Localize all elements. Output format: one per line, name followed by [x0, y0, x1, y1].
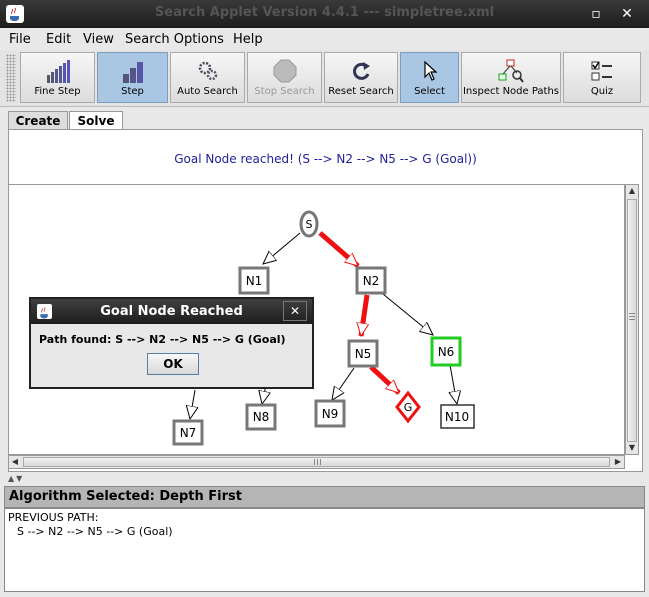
- tab-solve[interactable]: Solve: [69, 111, 123, 130]
- menu-view[interactable]: View: [83, 32, 114, 47]
- horizontal-scroll-thumb[interactable]: [23, 457, 610, 467]
- step-button[interactable]: Step: [97, 52, 168, 103]
- node-n2-label: N2: [363, 274, 380, 288]
- stop-search-button[interactable]: Stop Search: [247, 52, 322, 103]
- graph-vertical-scrollbar[interactable]: ▲ ▼: [625, 184, 639, 455]
- stop-search-label: Stop Search: [254, 86, 315, 97]
- algorithm-selected-header: Algorithm Selected: Depth First: [4, 486, 645, 508]
- edge-n2-n5: [361, 294, 370, 336]
- scroll-up-icon[interactable]: ▲: [626, 185, 638, 197]
- node-n9-label: N9: [322, 407, 339, 421]
- dialog-title: Goal Node Reached: [100, 304, 243, 319]
- edge-to-n7: [190, 389, 195, 419]
- edge-n6-n10: [450, 364, 457, 404]
- quiz-checklist-icon: [591, 61, 612, 81]
- fine-step-icon: [46, 60, 70, 83]
- node-n2[interactable]: N2: [355, 266, 387, 295]
- auto-search-button[interactable]: Auto Search: [170, 52, 245, 103]
- vertical-scroll-thumb[interactable]: [627, 199, 637, 442]
- inspect-paths-icon: [498, 59, 524, 83]
- minimize-icon[interactable]: ▫: [584, 4, 608, 24]
- dialog-message: Path found: S --> N2 --> N5 --> G (Goal): [39, 333, 286, 346]
- collapse-down-icon[interactable]: ▼: [16, 474, 22, 483]
- scroll-right-icon[interactable]: ▶: [612, 456, 624, 468]
- menu-edit[interactable]: Edit: [46, 32, 71, 47]
- node-n7-label: N7: [180, 426, 197, 440]
- node-n9[interactable]: N9: [314, 399, 346, 428]
- node-n1[interactable]: N1: [238, 266, 270, 295]
- dialog-titlebar: Goal Node Reached ✕: [31, 299, 312, 324]
- fine-step-label: Fine Step: [34, 86, 81, 97]
- window-title: Search Applet Version 4.4.1 --- simpletr…: [154, 5, 495, 20]
- reset-search-button[interactable]: Reset Search: [324, 52, 398, 103]
- step-label: Step: [121, 86, 144, 97]
- ok-button[interactable]: OK: [147, 353, 199, 375]
- fine-step-button[interactable]: Fine Step: [20, 52, 95, 103]
- node-n7[interactable]: N7: [172, 419, 204, 446]
- node-n10-label: N10: [445, 410, 469, 424]
- goal-status-message: Goal Node reached! (S --> N2 --> N5 --> …: [174, 152, 477, 166]
- split-pane-divider[interactable]: ▲ ▼: [8, 474, 643, 483]
- previous-path-heading: PREVIOUS PATH:: [8, 511, 99, 524]
- menu-help[interactable]: Help: [233, 32, 263, 47]
- reset-search-label: Reset Search: [328, 86, 394, 97]
- node-n10[interactable]: N10: [440, 404, 475, 429]
- inspect-node-paths-button[interactable]: Inspect Node Paths: [461, 52, 561, 103]
- node-g-goal[interactable]: G: [395, 390, 421, 424]
- toolbar: Fine Step Step Auto Search Stop Search R…: [0, 50, 649, 107]
- select-label: Select: [414, 86, 445, 97]
- reset-icon: [353, 62, 370, 80]
- quiz-label: Quiz: [590, 86, 614, 97]
- inspect-node-paths-label: Inspect Node Paths: [462, 86, 560, 97]
- node-n5[interactable]: N5: [347, 339, 379, 368]
- node-s[interactable]: S: [299, 210, 319, 238]
- mode-tabs: Create Solve: [0, 107, 649, 130]
- menu-search-options[interactable]: Search Options: [125, 32, 224, 47]
- node-s-label: S: [306, 218, 313, 231]
- edge-s-n1: [263, 232, 301, 264]
- edge-n5-g: [369, 365, 401, 395]
- step-icon: [122, 62, 143, 83]
- scroll-left-icon[interactable]: ◀: [9, 456, 21, 468]
- node-n5-label: N5: [355, 347, 372, 361]
- close-window-icon[interactable]: ✕: [615, 4, 639, 24]
- quiz-button[interactable]: Quiz: [563, 52, 641, 103]
- previous-path-value: S --> N2 --> N5 --> G (Goal): [17, 525, 173, 538]
- gears-icon: [198, 61, 217, 81]
- path-info-panel: PREVIOUS PATH: S --> N2 --> N5 --> G (Go…: [4, 508, 645, 592]
- menu-file[interactable]: File: [9, 32, 31, 47]
- edge-n5-n9: [332, 367, 355, 400]
- scroll-down-icon[interactable]: ▼: [626, 442, 638, 454]
- menu-bar: File Edit View Search Options Help: [0, 28, 649, 50]
- tab-create[interactable]: Create: [8, 111, 68, 129]
- edge-n2-n6: [382, 293, 433, 335]
- select-button[interactable]: Select: [400, 52, 459, 103]
- graph-horizontal-scrollbar[interactable]: ◀ ▶: [8, 455, 625, 469]
- node-g-label: G: [404, 401, 413, 414]
- collapse-up-icon[interactable]: ▲: [8, 474, 14, 483]
- cursor-icon: [423, 60, 438, 81]
- node-n8[interactable]: N8: [245, 403, 277, 431]
- auto-search-label: Auto Search: [177, 86, 238, 97]
- node-n6-label: N6: [438, 345, 455, 359]
- toolbar-grip[interactable]: [6, 54, 16, 102]
- goal-reached-dialog: Goal Node Reached ✕ Path found: S --> N2…: [29, 297, 314, 389]
- dialog-close-icon[interactable]: ✕: [283, 301, 307, 321]
- edge-s-n2: [318, 231, 360, 268]
- node-n6[interactable]: N6: [430, 336, 462, 367]
- window-titlebar: Search Applet Version 4.4.1 --- simpletr…: [0, 0, 649, 28]
- stop-icon: [273, 59, 296, 83]
- dialog-java-icon: [37, 304, 52, 319]
- node-n1-label: N1: [246, 274, 263, 288]
- node-n8-label: N8: [253, 410, 270, 424]
